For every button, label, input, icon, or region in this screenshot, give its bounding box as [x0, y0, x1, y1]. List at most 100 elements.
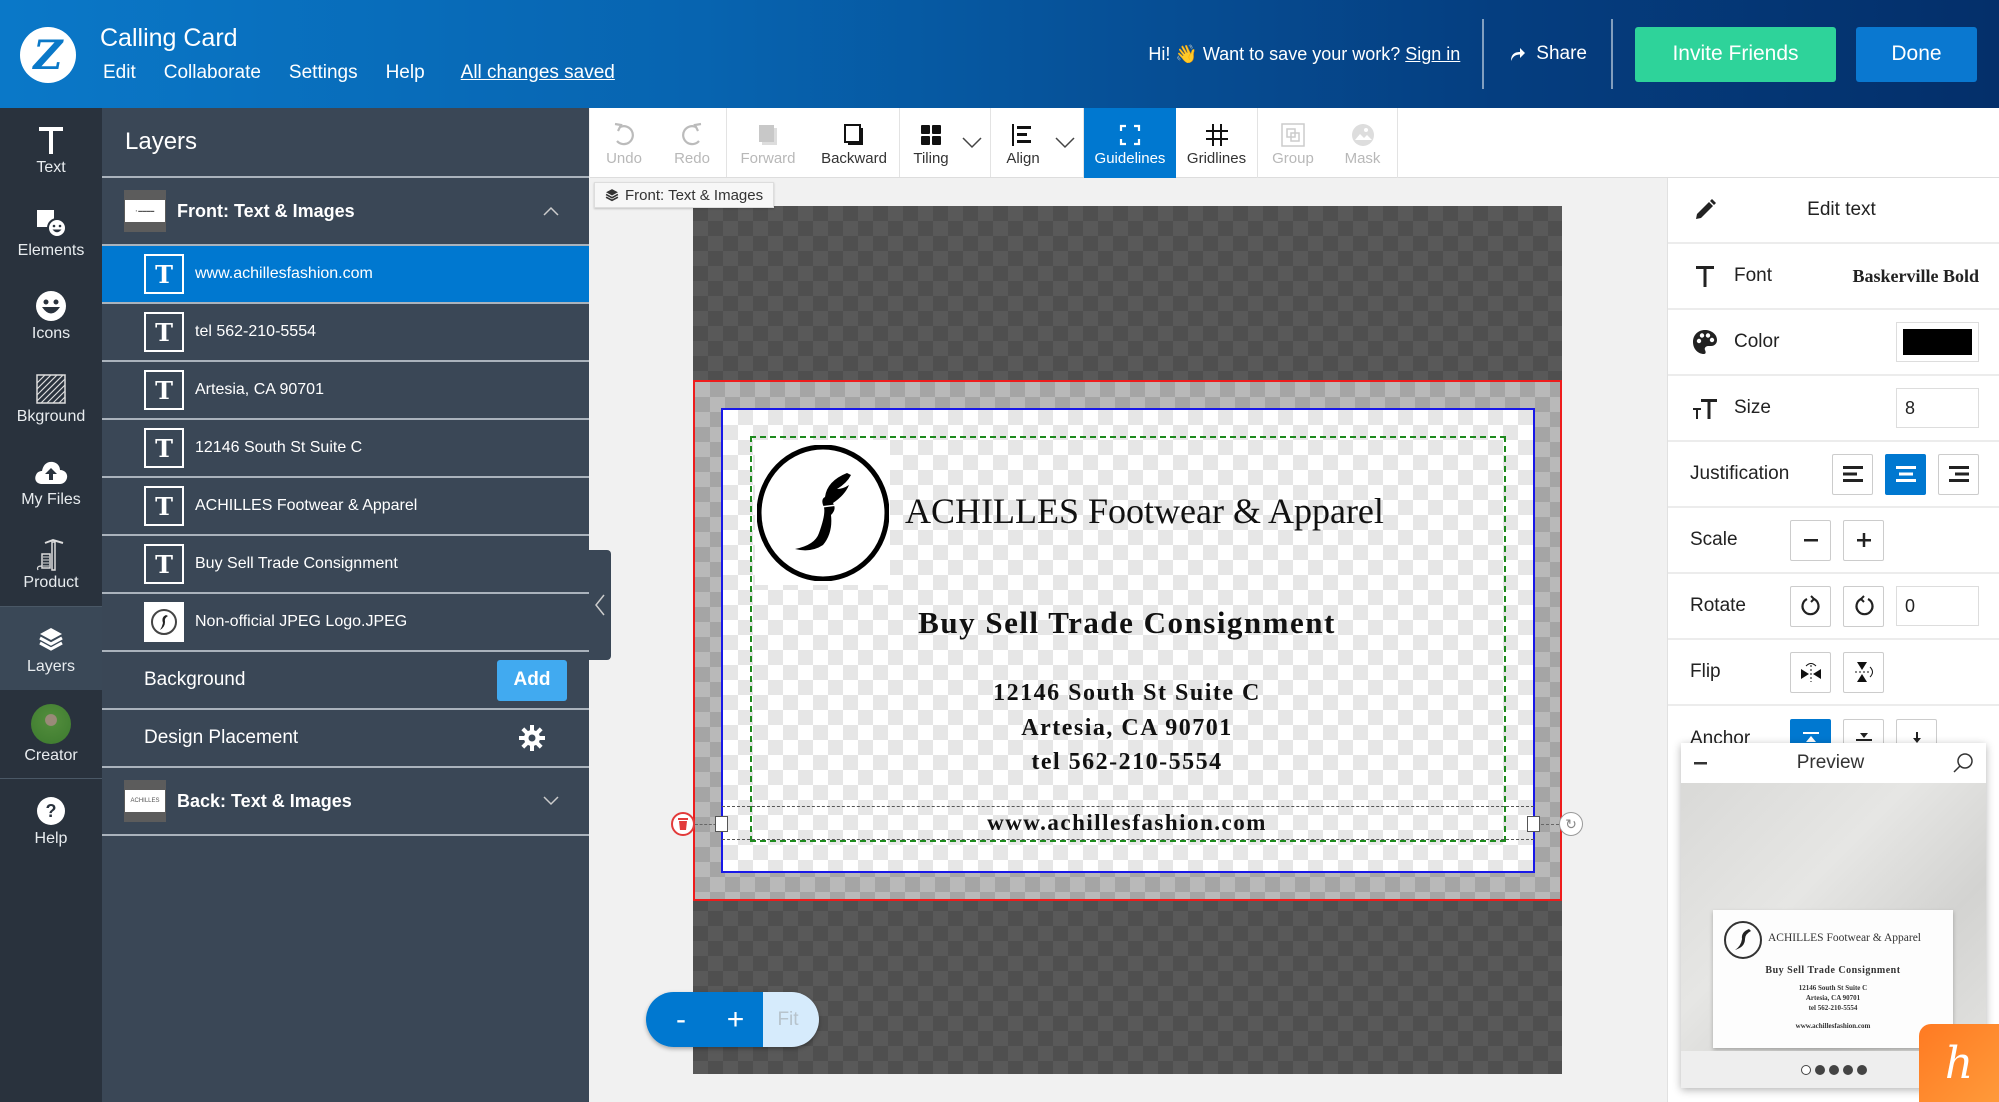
- preview-image[interactable]: ACHILLES Footwear & Apparel Buy Sell Tra…: [1681, 783, 1986, 1051]
- card-logo-image[interactable]: [755, 440, 890, 585]
- card-business-name[interactable]: ACHILLES Footwear & Apparel: [905, 490, 1384, 532]
- card-address-line1[interactable]: 12146 South St Suite C: [720, 680, 1534, 707]
- zoom-out-button[interactable]: -: [646, 992, 708, 1047]
- rail-label: Product: [23, 573, 79, 591]
- add-background-button[interactable]: Add: [497, 659, 567, 701]
- layer-row-phone[interactable]: T tel 562-210-5554: [102, 304, 589, 362]
- back-section-header[interactable]: ACHILLES Back: Text & Images: [102, 768, 589, 836]
- tiling-icon: [920, 120, 942, 150]
- resize-handle-left[interactable]: [715, 816, 728, 832]
- delete-handle[interactable]: [671, 812, 695, 836]
- rail-item-layers[interactable]: Layers: [0, 607, 102, 690]
- font-value[interactable]: Baskerville Bold: [1852, 266, 1979, 287]
- divider: [1611, 19, 1613, 89]
- undo-button[interactable]: Undo: [590, 108, 658, 178]
- edit-text-row[interactable]: Edit text: [1668, 178, 1999, 244]
- tool-label: Group: [1272, 149, 1314, 167]
- flip-vertical-icon: [1854, 662, 1873, 682]
- justify-right-button[interactable]: [1938, 453, 1979, 495]
- color-swatch[interactable]: [1896, 322, 1979, 362]
- zoom-fit-button[interactable]: Fit: [763, 992, 819, 1047]
- preview-logo-icon: [1724, 921, 1762, 959]
- selection-box[interactable]: [722, 806, 1534, 840]
- rail-item-bkground[interactable]: Bkground: [0, 357, 102, 440]
- menu-edit[interactable]: Edit: [103, 62, 136, 84]
- front-section-header[interactable]: ▪ ▬▬▬▬ Front: Text & Images: [102, 178, 589, 246]
- preview-page-dot[interactable]: [1856, 1064, 1867, 1075]
- justify-left-button[interactable]: [1832, 453, 1873, 495]
- rail-item-elements[interactable]: Elements: [0, 191, 102, 274]
- resize-handle-right[interactable]: [1527, 816, 1540, 832]
- scale-down-button[interactable]: [1790, 519, 1831, 561]
- done-button[interactable]: Done: [1856, 26, 1977, 82]
- menu-help[interactable]: Help: [386, 62, 425, 84]
- group-button[interactable]: Group: [1258, 108, 1328, 178]
- share-arrow-icon: [1511, 48, 1526, 61]
- flip-horizontal-button[interactable]: [1790, 651, 1831, 693]
- honey-extension-button[interactable]: h: [1919, 1024, 1999, 1102]
- collapse-panel-button[interactable]: [589, 550, 611, 660]
- minimize-icon[interactable]: [1693, 755, 1709, 771]
- rail-item-creator[interactable]: Creator: [0, 690, 102, 778]
- rail-item-text[interactable]: Text: [0, 108, 102, 191]
- color-row: Color: [1668, 310, 1999, 376]
- gridlines-toggle[interactable]: Gridlines: [1176, 108, 1258, 178]
- chevron-up-icon[interactable]: [537, 206, 565, 216]
- zoom-in-button[interactable]: +: [708, 992, 763, 1047]
- chevron-down-icon[interactable]: [537, 796, 565, 806]
- align-button[interactable]: Align: [991, 108, 1055, 178]
- font-row[interactable]: Font Baskerville Bold: [1668, 244, 1999, 310]
- rotate-input[interactable]: [1896, 586, 1979, 626]
- mask-button[interactable]: Mask: [1328, 108, 1398, 178]
- rail-item-icons[interactable]: Icons: [0, 274, 102, 357]
- rotate-cw-button[interactable]: [1843, 585, 1884, 627]
- zazzle-logo[interactable]: Z: [20, 27, 76, 83]
- sign-in-link[interactable]: Sign in: [1405, 44, 1460, 64]
- rail-item-product[interactable]: Product: [0, 523, 102, 606]
- preview-page-dot[interactable]: [1842, 1064, 1853, 1075]
- layer-row-website[interactable]: T www.achillesfashion.com: [102, 246, 589, 304]
- share-button[interactable]: Share: [1484, 43, 1611, 65]
- preview-page-dot[interactable]: [1800, 1064, 1811, 1075]
- rotate-ccw-button[interactable]: [1790, 585, 1831, 627]
- rotate-icon: ↻: [1565, 815, 1577, 832]
- layer-row-name[interactable]: T ACHILLES Footwear & Apparel: [102, 478, 589, 536]
- tool-label: Mask: [1344, 149, 1381, 167]
- preview-title: Preview: [1796, 752, 1865, 773]
- size-input[interactable]: [1896, 388, 1979, 428]
- gear-icon[interactable]: [497, 724, 567, 752]
- rail-item-help[interactable]: ? Help: [0, 779, 102, 862]
- layer-row-city[interactable]: T Artesia, CA 90701: [102, 362, 589, 420]
- rotate-ccw-icon: [1800, 595, 1820, 616]
- save-status-link[interactable]: All changes saved: [461, 62, 615, 84]
- menu-settings[interactable]: Settings: [289, 62, 358, 84]
- card-address-line2[interactable]: Artesia, CA 90701: [720, 715, 1534, 742]
- tiling-button[interactable]: Tiling: [900, 108, 962, 178]
- magnify-icon[interactable]: [1952, 752, 1974, 774]
- preview-page-dot[interactable]: [1814, 1064, 1825, 1075]
- menu-collaborate[interactable]: Collaborate: [164, 62, 261, 84]
- layer-row-tagline[interactable]: T Buy Sell Trade Consignment: [102, 536, 589, 594]
- justification-label: Justification: [1690, 463, 1790, 484]
- tiling-dropdown[interactable]: [962, 108, 990, 177]
- justify-center-button[interactable]: [1885, 453, 1926, 495]
- preview-page-dot[interactable]: [1828, 1064, 1839, 1075]
- scale-up-button[interactable]: [1843, 519, 1884, 561]
- redo-button[interactable]: Redo: [658, 108, 726, 178]
- rail-item-my-files[interactable]: My Files: [0, 440, 102, 523]
- rotate-handle[interactable]: ↻: [1559, 812, 1583, 836]
- design-placement-label: Design Placement: [144, 727, 299, 748]
- card-tagline[interactable]: Buy Sell Trade Consignment: [720, 605, 1534, 641]
- layer-row-logo[interactable]: Non-official JPEG Logo.JPEG: [102, 594, 589, 652]
- card-phone[interactable]: tel 562-210-5554: [720, 749, 1534, 776]
- side-breadcrumb[interactable]: Front: Text & Images: [594, 182, 775, 208]
- layer-row-street[interactable]: T 12146 South St Suite C: [102, 420, 589, 478]
- design-placement-row[interactable]: Design Placement: [102, 710, 589, 768]
- flip-vertical-button[interactable]: [1843, 651, 1884, 693]
- invite-friends-button[interactable]: Invite Friends: [1635, 26, 1836, 82]
- help-icon: ?: [36, 794, 66, 828]
- guidelines-toggle[interactable]: Guidelines: [1084, 108, 1176, 178]
- forward-button[interactable]: Forward: [727, 108, 809, 178]
- backward-button[interactable]: Backward: [809, 108, 899, 178]
- align-dropdown[interactable]: [1055, 108, 1083, 177]
